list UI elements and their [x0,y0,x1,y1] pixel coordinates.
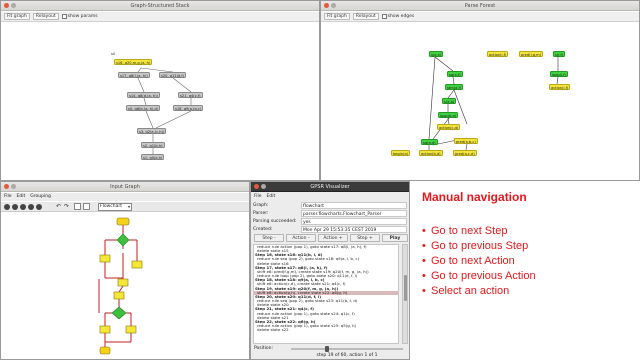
log-lines: reduce rule action (pop 1), goto state s… [254,245,398,332]
gss-node[interactable]: s5, q8(b,(a, h),d) [126,105,161,111]
decision-node[interactable] [116,233,130,247]
visualizer-title: GPSR Visualizer [310,184,350,190]
gss-window: Graph-Structured Stack Fit graph Relayou… [0,0,320,181]
bullet-item: • Go to previous Step [422,240,529,252]
input-graph-window: Input Graph File Edit Grouping ↶ ↷ Flowc… [0,181,250,360]
forest-node[interactable]: s(a,b) [442,98,457,104]
forest-node[interactable]: loop(l,f) [550,71,568,77]
forest-node[interactable]: sq(a,f) [447,71,463,77]
parse-log[interactable]: reduce rule action (pop 1), goto state s… [253,244,399,344]
forest-node[interactable]: pred(i,g,m) [519,51,544,57]
slider-handle[interactable] [325,346,329,352]
gss-node[interactable]: s0 [110,52,116,57]
close-icon[interactable] [254,184,259,189]
position-slider[interactable] [291,346,403,352]
bullet-item: • Go to next Action [422,255,515,267]
bullet-list: • Go to next Step • Go to previous Step • G… [422,224,536,299]
field-label: Parsing succeeded: [253,219,297,224]
action-node[interactable] [99,325,111,334]
forest-node[interactable]: pred(a,c,d) [453,150,477,156]
gss-node[interactable]: s2, q1(b,h) [141,142,165,148]
scrollbar-thumb[interactable] [404,275,407,301]
gss-node[interactable]: s18, q9(a,(b,c) [173,105,204,111]
bullet-icon: • [422,240,426,252]
flowchart-canvas [98,217,143,355]
step-back-button[interactable]: Step - [254,234,284,242]
bullet-icon: • [422,225,426,237]
log-scrollbar[interactable] [402,244,408,344]
bullet-icon: • [422,255,426,267]
field-label: Parser: [253,211,269,216]
action-node[interactable] [131,260,143,269]
gss-node[interactable]: s17, q8(l,(a, h)) [118,72,150,78]
action-node[interactable] [99,254,111,263]
forest-node[interactable]: sq(a,d) [421,139,438,145]
gss-node[interactable]: s14, q8(d,(a, h)) [127,92,161,98]
created-field: Mon Apr 29 15:53:35 CEST 2019 [301,226,407,233]
minimize-icon[interactable] [261,184,266,189]
action-node[interactable] [113,291,125,300]
menu-edit[interactable]: Edit [267,193,276,201]
bullet-icon: • [422,270,426,282]
parsing-succeeded-field: yes [301,218,407,225]
forest-node[interactable]: action(c,d) [437,124,461,130]
start-node[interactable] [116,217,130,226]
forest-node[interactable]: action(b,d) [419,150,443,156]
bullet-item: • Go to previous Action [422,270,536,282]
gss-node[interactable]: s21, q4(c,f) [178,92,203,98]
menu-file[interactable]: File [254,193,262,201]
bullet-item: • Select an action [422,285,510,297]
play-button[interactable]: Play [382,234,408,242]
field-label: Graph: [253,203,269,208]
forest-node[interactable]: s(i,f) [553,51,566,57]
visualizer-titlebar[interactable]: GPSR Visualizer [251,182,409,192]
action-node[interactable] [125,325,137,334]
position-label: Position: [254,346,274,351]
end-node[interactable] [99,346,111,355]
parse-forest-edges [428,56,559,151]
graph-field: flowchart [301,202,407,209]
action-node[interactable] [117,278,129,287]
gss-node[interactable]: s20, q11(d,f) [159,72,187,78]
forest-node[interactable]: loop(b,d) [438,112,459,118]
field-label: Created: [253,227,273,232]
forest-node[interactable]: pred(a,b,c) [454,138,478,144]
forest-node[interactable]: s(a,h) [429,51,444,57]
action-forward-button[interactable]: Action + [318,234,348,242]
decision-node[interactable] [111,306,127,320]
parse-forest-window: Parse Forest Fit graph Relayout show edg… [320,0,640,181]
visualizer-menubar: File Edit [251,193,409,201]
visualizer-window: GPSR Visualizer File Edit Graph: flowcha… [250,181,410,360]
status-text: step 19 of 60, action 1 of 1 [316,353,378,358]
bullet-item: • Go to next Step [422,225,508,237]
forest-node[interactable]: stm(a,f) [445,84,464,90]
forest-node[interactable]: action(i,f) [549,84,571,90]
log-line[interactable]: delete state s22 [254,327,398,332]
bullet-icon: • [422,285,426,297]
gss-node[interactable]: s16, q20,m,g,(a, h) [114,59,153,65]
slide-heading: Manual navigation [422,190,527,204]
parser-field: parser.flowcharts.Flowchart_Parser [301,210,407,217]
gss-node[interactable]: s3, q2(a,(c,h)) [137,128,167,134]
action-back-button[interactable]: Action - [286,234,316,242]
forest-node[interactable]: action(i,f) [487,51,509,57]
step-forward-button[interactable]: Step + [350,234,380,242]
gss-node[interactable]: s1, q0(a,h) [141,154,165,160]
forest-node[interactable]: begin(a) [391,150,411,156]
